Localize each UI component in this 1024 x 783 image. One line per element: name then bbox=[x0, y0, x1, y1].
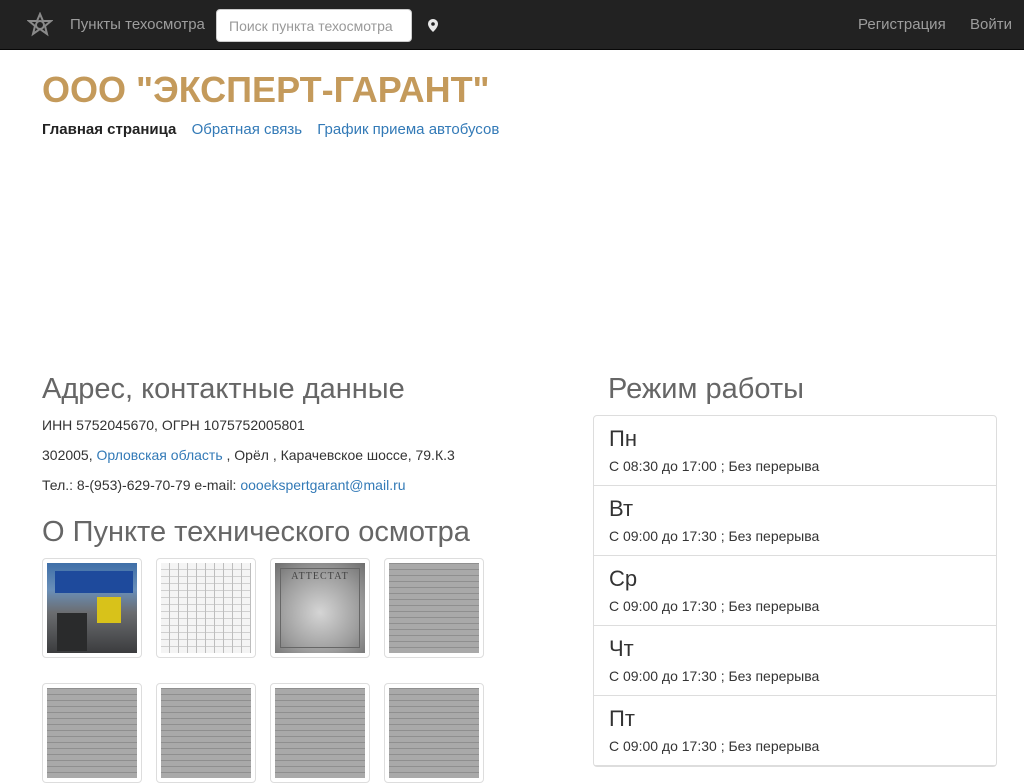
gallery-thumb-doc-1[interactable] bbox=[384, 558, 484, 658]
schedule-list: Пн С 08:30 до 17:00 ; Без перерыва Вт С … bbox=[593, 415, 997, 767]
contact-line: Тел.: 8-(953)-629-70-79 e-mail: oooekspe… bbox=[42, 477, 406, 493]
gallery-thumb-doc-5[interactable] bbox=[384, 683, 484, 783]
register-link[interactable]: Регистрация bbox=[858, 16, 946, 33]
schedule-table-scan bbox=[161, 563, 251, 653]
day-hours: С 09:00 до 17:30 ; Без перерыва bbox=[609, 738, 820, 754]
gallery-thumb-photo[interactable] bbox=[42, 558, 142, 658]
day-name: Пн bbox=[609, 426, 637, 451]
page-subnav: Главная страница Обратная связь График п… bbox=[42, 121, 499, 138]
location-pin-icon[interactable] bbox=[428, 19, 438, 32]
day-name: Ср bbox=[609, 566, 638, 591]
top-navbar: Пункты техосмотра Регистрация Войти bbox=[0, 0, 1024, 50]
certificate-title: АТТЕСТАТ bbox=[291, 571, 349, 582]
day-name: Чт bbox=[609, 636, 634, 661]
day-hours: С 09:00 до 17:30 ; Без перерыва bbox=[609, 668, 820, 684]
schedule-heading: Режим работы bbox=[608, 373, 804, 405]
logo-icon[interactable] bbox=[27, 12, 53, 38]
brand-link[interactable]: Пункты техосмотра bbox=[70, 16, 205, 33]
gallery-thumb-certificate[interactable]: АТТЕСТАТ bbox=[270, 558, 370, 658]
about-heading: О Пункте технического осмотра bbox=[42, 516, 470, 548]
gallery-thumb-table[interactable] bbox=[156, 558, 256, 658]
document-scan bbox=[389, 688, 479, 778]
document-scan bbox=[161, 688, 251, 778]
day-name: Пт bbox=[609, 706, 635, 731]
login-link[interactable]: Войти bbox=[970, 16, 1012, 33]
address-line: 302005, Орловская область , Орёл , Карач… bbox=[42, 447, 455, 463]
phone-text: Тел.: 8-(953)-629-70-79 e-mail: bbox=[42, 477, 237, 493]
address-rest: , Орёл , Карачевское шоссе, 79.К.3 bbox=[226, 447, 455, 463]
email-link[interactable]: oooekspertgarant@mail.ru bbox=[240, 477, 405, 493]
station-sign-banner bbox=[55, 571, 133, 593]
gallery-thumb-doc-3[interactable] bbox=[156, 683, 256, 783]
inspection-station-photo bbox=[47, 563, 137, 653]
certificate-scan: АТТЕСТАТ bbox=[275, 563, 365, 653]
list-item: Пт С 09:00 до 17:30 ; Без перерыва bbox=[594, 696, 996, 766]
document-scan bbox=[275, 688, 365, 778]
tab-bus-schedule[interactable]: График приема автобусов bbox=[317, 121, 499, 138]
gallery-thumb-doc-2[interactable] bbox=[42, 683, 142, 783]
day-hours: С 09:00 до 17:30 ; Без перерыва bbox=[609, 598, 820, 614]
tab-feedback[interactable]: Обратная связь bbox=[192, 121, 303, 138]
list-item: Вт С 09:00 до 17:30 ; Без перерыва bbox=[594, 486, 996, 556]
document-scan bbox=[389, 563, 479, 653]
day-name: Вт bbox=[609, 496, 634, 521]
postal-code: 302005, bbox=[42, 447, 93, 463]
list-item: Пн С 08:30 до 17:00 ; Без перерыва bbox=[594, 416, 996, 486]
search-input[interactable] bbox=[216, 9, 412, 42]
region-link[interactable]: Орловская область bbox=[97, 447, 223, 463]
company-title: ООО "ЭКСПЕРТ-ГАРАНТ" bbox=[42, 69, 490, 110]
day-hours: С 09:00 до 17:30 ; Без перерыва bbox=[609, 528, 820, 544]
inn-ogrn-text: ИНН 5752045670, ОГРН 1075752005801 bbox=[42, 417, 305, 433]
gallery-thumb-doc-4[interactable] bbox=[270, 683, 370, 783]
document-scan bbox=[47, 688, 137, 778]
list-item: Чт С 09:00 до 17:30 ; Без перерыва bbox=[594, 626, 996, 696]
day-hours: С 08:30 до 17:00 ; Без перерыва bbox=[609, 458, 820, 474]
contacts-heading: Адрес, контактные данные bbox=[42, 373, 405, 405]
tab-home[interactable]: Главная страница bbox=[42, 121, 176, 138]
list-item: Ср С 09:00 до 17:30 ; Без перерыва bbox=[594, 556, 996, 626]
